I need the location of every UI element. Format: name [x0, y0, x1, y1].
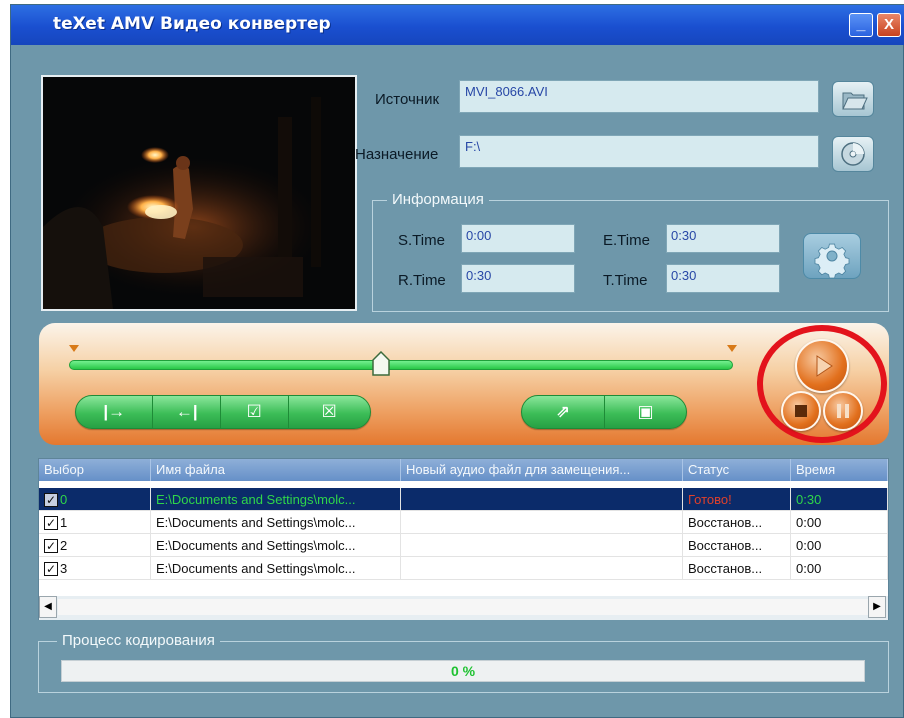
deselect-all-button[interactable]: ☒	[289, 396, 370, 428]
rtime-field[interactable]: 0:30	[461, 264, 575, 293]
pause-button[interactable]	[823, 391, 863, 431]
pause-icon	[837, 404, 849, 418]
row-new-audio	[401, 534, 683, 557]
row-status: Готово!	[683, 488, 791, 511]
stop-icon	[795, 405, 807, 417]
row-time: 0:00	[791, 534, 888, 557]
stop-button[interactable]	[781, 391, 821, 431]
file-list-header: Выбор Имя файла Новый аудио файл для зам…	[39, 459, 888, 481]
destination-label: Назначение	[355, 146, 439, 163]
row-number: 2	[60, 538, 68, 553]
row-status: Восстанов...	[683, 534, 791, 557]
ttime-label: T.Time	[603, 272, 648, 289]
column-select[interactable]: Выбор	[39, 459, 151, 481]
play-icon	[816, 355, 833, 377]
file-list[interactable]: Выбор Имя файла Новый аудио файл для зам…	[38, 458, 889, 620]
rtime-label: R.Time	[398, 272, 446, 289]
row-number: 0	[60, 492, 68, 507]
table-row[interactable]: ✓ 0 E:\Documents and Settings\molc... Гот…	[39, 488, 888, 511]
gear-icon	[814, 243, 850, 279]
row-filename: E:\Documents and Settings\molc...	[151, 557, 401, 580]
row-number: 3	[60, 561, 68, 576]
encoding-group: Процесс кодирования 0 %	[38, 632, 889, 693]
column-time[interactable]: Время	[791, 459, 888, 481]
set-start-button[interactable]: |→	[76, 396, 154, 428]
set-end-button[interactable]: ←|	[153, 396, 222, 428]
select-all-button[interactable]: ☑	[221, 396, 289, 428]
folder-open-icon	[842, 92, 868, 110]
encoding-group-title: Процесс кодирования	[57, 632, 220, 649]
destination-field[interactable]: F:\	[459, 135, 819, 168]
row-select-cell: ✓ 0	[39, 488, 151, 511]
row-select-cell: ✓ 1	[39, 511, 151, 534]
timeline-slider-thumb[interactable]	[371, 351, 391, 377]
trim-buttons-group: |→ ←| ☑ ☒	[75, 395, 371, 429]
table-row[interactable]: ✓ 2 E:\Documents and Settings\molc... Вос…	[39, 534, 888, 557]
etime-field[interactable]: 0:30	[666, 224, 780, 253]
row-number: 1	[60, 515, 68, 530]
row-filename: E:\Documents and Settings\molc...	[151, 511, 401, 534]
row-time: 0:00	[791, 557, 888, 580]
row-checkbox[interactable]: ✓	[44, 538, 58, 553]
row-new-audio	[401, 557, 683, 580]
play-button[interactable]	[795, 339, 849, 393]
row-filename: E:\Documents and Settings\molc...	[151, 488, 401, 511]
row-status: Восстанов...	[683, 511, 791, 534]
disc-icon	[841, 142, 865, 166]
main-window: teXet AMV Видео конвертер _ X Источник M…	[10, 4, 904, 718]
fullscreen-button[interactable]: ▣	[605, 396, 686, 428]
window-title: teXet AMV Видео конвертер	[53, 14, 331, 34]
row-status: Восстанов...	[683, 557, 791, 580]
close-button[interactable]: X	[877, 13, 901, 37]
etime-label: E.Time	[603, 232, 650, 249]
row-new-audio	[401, 511, 683, 534]
table-row[interactable]: ✓ 3 E:\Documents and Settings\molc... Вос…	[39, 557, 888, 580]
horizontal-scrollbar[interactable]: ◀ ▶	[39, 596, 888, 620]
encoding-progress-bar: 0 %	[61, 660, 865, 682]
row-checkbox[interactable]: ✓	[44, 561, 58, 576]
column-new-audio[interactable]: Новый аудио файл для замещения...	[401, 459, 683, 481]
video-frame-image	[43, 77, 355, 309]
settings-button[interactable]	[803, 233, 861, 279]
source-field[interactable]: MVI_8066.AVI	[459, 80, 819, 113]
timeline-panel: |→ ←| ☑ ☒ ⇗ ▣	[39, 323, 889, 445]
minimize-button[interactable]: _	[849, 13, 873, 37]
row-select-cell: ✓ 3	[39, 557, 151, 580]
browse-destination-button[interactable]	[832, 136, 874, 172]
scroll-track[interactable]	[58, 599, 868, 615]
stime-field[interactable]: 0:00	[461, 224, 575, 253]
source-label: Источник	[375, 91, 440, 108]
row-time: 0:00	[791, 511, 888, 534]
row-new-audio	[401, 488, 683, 511]
info-group-title: Информация	[387, 191, 489, 208]
scroll-right-button[interactable]: ▶	[868, 596, 886, 618]
row-checkbox[interactable]: ✓	[44, 515, 58, 530]
table-row[interactable]: ✓ 1 E:\Documents and Settings\molc... Вос…	[39, 511, 888, 534]
row-checkbox[interactable]: ✓	[44, 492, 58, 507]
row-time: 0:30	[791, 488, 888, 511]
row-filename: E:\Documents and Settings\molc...	[151, 534, 401, 557]
browse-source-button[interactable]	[832, 81, 874, 117]
start-marker[interactable]	[69, 345, 79, 352]
scroll-left-button[interactable]: ◀	[39, 596, 57, 618]
replace-audio-button[interactable]: ⇗	[522, 396, 605, 428]
title-bar[interactable]: teXet AMV Видео конвертер _ X	[11, 5, 904, 45]
row-select-cell: ✓ 2	[39, 534, 151, 557]
column-filename[interactable]: Имя файла	[151, 459, 401, 481]
video-preview	[41, 75, 357, 311]
ttime-field[interactable]: 0:30	[666, 264, 780, 293]
edit-buttons-group: ⇗ ▣	[521, 395, 687, 429]
playback-highlight-ring	[757, 325, 887, 443]
column-status[interactable]: Статус	[683, 459, 791, 481]
stime-label: S.Time	[398, 232, 445, 249]
end-marker[interactable]	[727, 345, 737, 352]
timeline-track[interactable]	[69, 360, 733, 370]
